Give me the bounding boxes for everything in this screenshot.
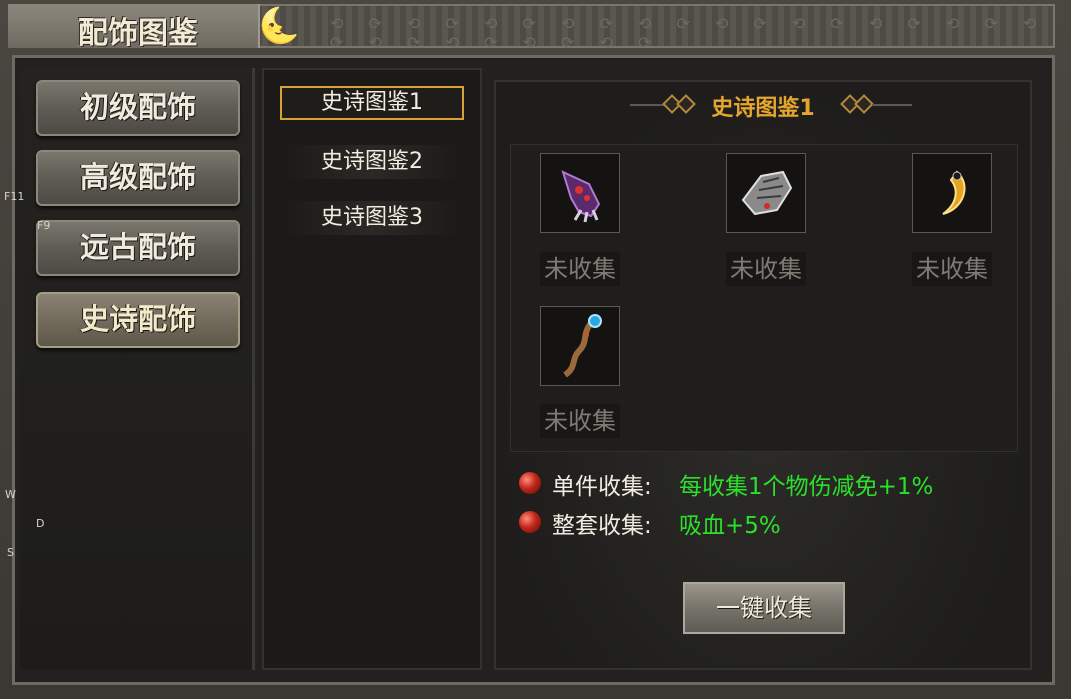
set-collect-bonus: 吸血+5% bbox=[679, 513, 781, 539]
red-orb-icon bbox=[518, 510, 542, 534]
tab-epic-codex-1[interactable]: 史诗图鉴1 bbox=[280, 86, 464, 120]
panel-title: 史诗图鉴1 bbox=[711, 96, 815, 121]
serpent-staff-icon bbox=[563, 314, 602, 378]
tab-epic-codex-3[interactable]: 史诗图鉴3 bbox=[280, 201, 464, 235]
red-orb-icon bbox=[518, 471, 542, 495]
item-status: 未收集 bbox=[540, 252, 620, 286]
item-slot[interactable] bbox=[540, 306, 620, 386]
collect-all-button[interactable]: 一键收集 bbox=[683, 582, 845, 634]
category-button-ancient[interactable]: 远古配饰 bbox=[36, 220, 240, 276]
category-button-epic[interactable]: 史诗配饰 bbox=[36, 292, 240, 348]
single-collect-label: 单件收集: bbox=[552, 474, 652, 500]
item-slot[interactable] bbox=[912, 153, 992, 233]
hotkey-f9: F9 bbox=[37, 219, 51, 232]
item-slot[interactable] bbox=[540, 153, 620, 233]
silver-bone-gauntlet-icon bbox=[741, 170, 793, 216]
scroll-ornament-icon: 🌜 bbox=[258, 6, 301, 46]
set-collect-label: 整套收集: bbox=[552, 513, 652, 539]
golden-fang-icon bbox=[942, 170, 966, 215]
category-button-advanced[interactable]: 高级配饰 bbox=[36, 150, 240, 206]
item-status: 未收集 bbox=[726, 252, 806, 286]
category-button-basic[interactable]: 初级配饰 bbox=[36, 80, 240, 136]
window-title: 配饰图鉴 bbox=[78, 16, 198, 51]
item-status: 未收集 bbox=[540, 404, 620, 438]
single-collect-bonus: 每收集1个物伤减免+1% bbox=[679, 474, 934, 500]
hotkey-w: W bbox=[5, 488, 16, 501]
hotkey-f11: F11 bbox=[4, 190, 25, 203]
hotkey-s: S bbox=[7, 546, 14, 559]
purple-claw-gauntlet-icon bbox=[561, 170, 601, 223]
hotkey-d: D bbox=[36, 517, 45, 530]
tab-epic-codex-2[interactable]: 史诗图鉴2 bbox=[280, 145, 464, 179]
item-status: 未收集 bbox=[912, 252, 992, 286]
title-divider-right bbox=[872, 104, 912, 106]
item-slot[interactable] bbox=[726, 153, 806, 233]
border-pattern: ⟲ ⟳ ⟲ ⟳ ⟲ ⟳ ⟲ ⟳ ⟲ ⟳ ⟲ ⟳ ⟲ ⟳ ⟲ ⟳ ⟲ ⟳ ⟲ ⟳ … bbox=[330, 14, 1047, 52]
